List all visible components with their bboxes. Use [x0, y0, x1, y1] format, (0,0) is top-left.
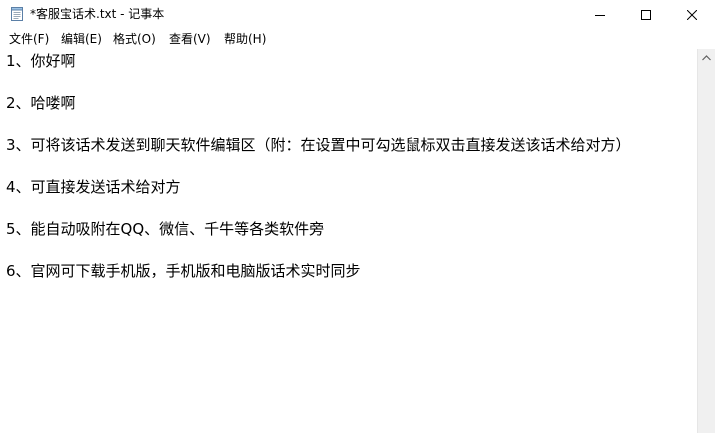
text-line[interactable]: 5、能自动吸附在QQ、微信、千牛等各类软件旁: [6, 219, 324, 239]
menu-bar: 文件(F) 编辑(E) 格式(O) 查看(V) 帮助(H): [0, 29, 715, 49]
text-line[interactable]: 3、可将该话术发送到聊天软件编辑区（附：在设置中可勾选鼠标双击直接发送该话术给对…: [6, 135, 631, 155]
maximize-button[interactable]: [623, 0, 669, 29]
text-line[interactable]: 1、你好啊: [6, 51, 76, 71]
menu-format[interactable]: 格式(O): [113, 31, 156, 47]
maximize-icon: [641, 9, 651, 20]
notepad-icon: [9, 6, 25, 22]
menu-edit[interactable]: 编辑(E): [61, 31, 102, 47]
title-bar[interactable]: *客服宝话术.txt - 记事本: [0, 0, 715, 29]
menu-file[interactable]: 文件(F): [9, 31, 49, 47]
scroll-up-arrow-icon: [702, 54, 711, 60]
text-line[interactable]: 4、可直接发送话术给对方: [6, 177, 181, 197]
close-icon: [687, 9, 697, 20]
menu-view[interactable]: 查看(V): [169, 31, 211, 47]
text-editor[interactable]: 1、你好啊 2、哈喽啊 3、可将该话术发送到聊天软件编辑区（附：在设置中可勾选鼠…: [0, 49, 697, 433]
close-button[interactable]: [669, 0, 715, 29]
minimize-button[interactable]: [577, 0, 623, 29]
text-line[interactable]: 2、哈喽啊: [6, 93, 76, 113]
minimize-icon: [595, 14, 605, 16]
menu-help[interactable]: 帮助(H): [224, 31, 266, 47]
scroll-up-button[interactable]: [698, 49, 715, 66]
text-line[interactable]: 6、官网可下载手机版，手机版和电脑版话术实时同步: [6, 261, 361, 281]
notepad-window: *客服宝话术.txt - 记事本 文件(F) 编辑(E) 格式(O) 查看(V)…: [0, 0, 715, 433]
window-title: *客服宝话术.txt - 记事本: [30, 7, 165, 21]
vertical-scrollbar[interactable]: [697, 49, 715, 433]
